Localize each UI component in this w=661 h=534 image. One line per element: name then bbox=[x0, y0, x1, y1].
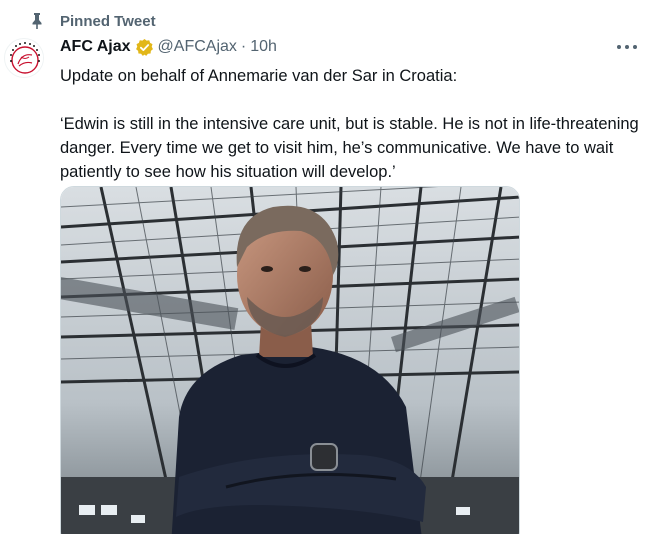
avatar[interactable] bbox=[4, 38, 44, 78]
more-options-icon[interactable] bbox=[614, 38, 640, 56]
tweet-line: Update on behalf of Annemarie van der Sa… bbox=[60, 67, 458, 85]
separator-dot: · bbox=[240, 38, 247, 55]
pinned-label: Pinned Tweet bbox=[60, 12, 156, 30]
ajax-logo-icon bbox=[6, 40, 43, 77]
tweet-header: AFC Ajax @AFCAjax · 10h bbox=[60, 35, 277, 59]
photo-illustration bbox=[61, 187, 519, 534]
pin-icon bbox=[28, 12, 46, 30]
tweet-photo[interactable] bbox=[60, 186, 520, 534]
pinned-indicator: Pinned Tweet bbox=[28, 10, 156, 32]
tweet-timestamp[interactable]: 10h bbox=[250, 38, 277, 56]
verified-badge-icon[interactable] bbox=[135, 38, 154, 57]
author-handle[interactable]: @AFCAjax bbox=[158, 38, 237, 56]
tweet-text: Update on behalf of Annemarie van der Sa… bbox=[60, 64, 650, 184]
author-name[interactable]: AFC Ajax bbox=[60, 38, 131, 56]
tweet-quote: ‘Edwin is still in the intensive care un… bbox=[60, 115, 639, 181]
